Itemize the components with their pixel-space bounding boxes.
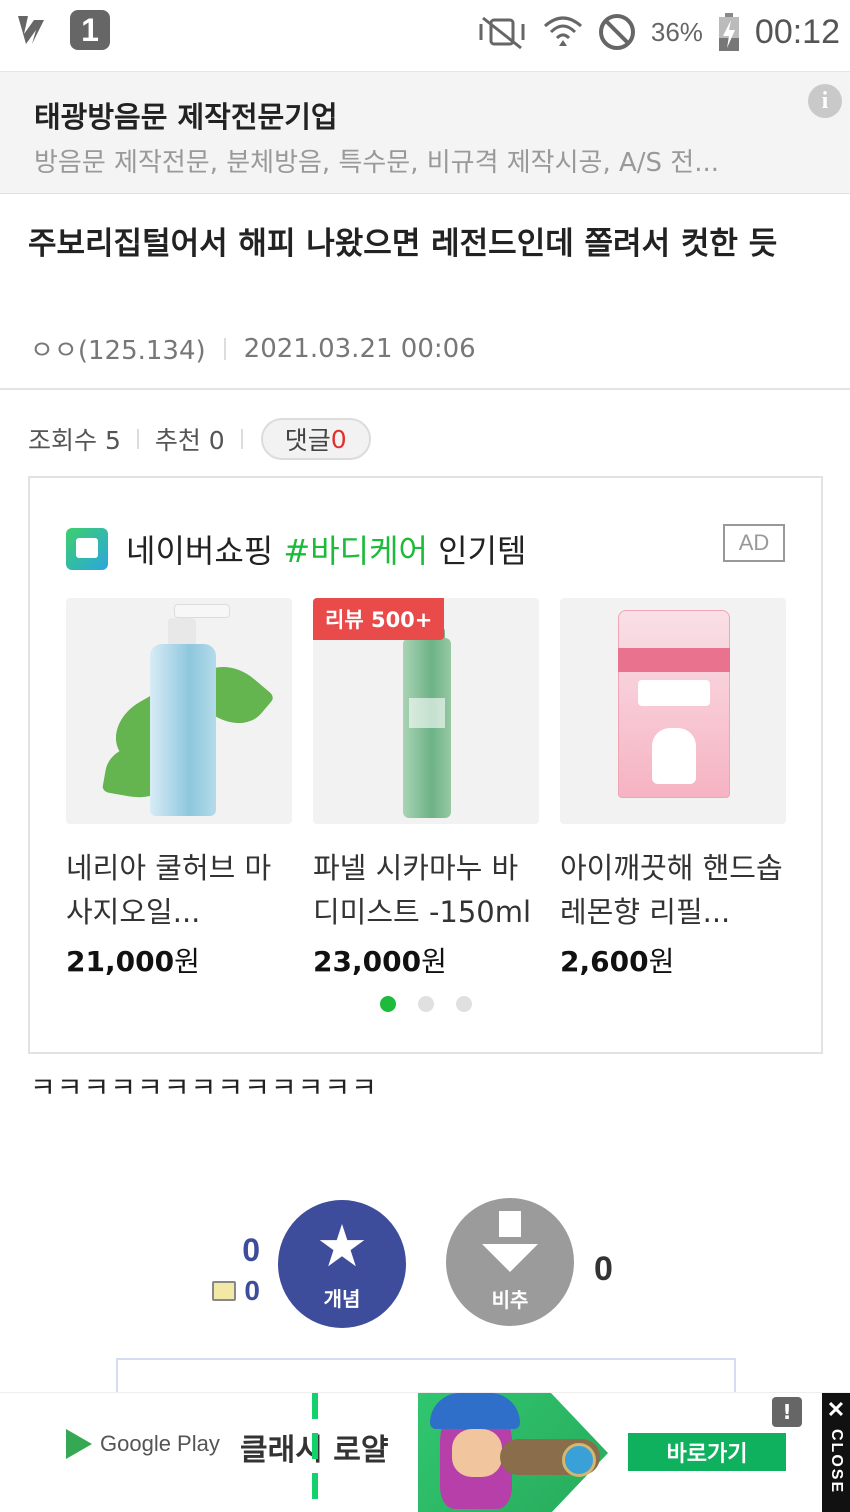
post-date: 2021.03.21 00:06 bbox=[243, 333, 476, 364]
decorative-line bbox=[312, 1393, 318, 1512]
hero-face bbox=[452, 1429, 502, 1477]
google-play-icon bbox=[66, 1429, 92, 1459]
hero-weapon bbox=[500, 1439, 600, 1477]
downvote-label: 비추 bbox=[491, 1288, 529, 1312]
product-image[interactable] bbox=[66, 598, 292, 824]
store-name: Google Play bbox=[100, 1431, 220, 1456]
post-stats: 조회수 5 추천 0 댓글 0 bbox=[28, 418, 371, 460]
product-name[interactable]: 파넬 시카마누 바디미스트 -150ml bbox=[313, 846, 539, 934]
shopping-title-prefix: 네이버쇼핑 bbox=[126, 532, 284, 570]
vibrate-mute-icon bbox=[479, 16, 525, 50]
bottle-pump bbox=[174, 604, 230, 618]
product-card[interactable]: 리뷰 500+ 파넬 시카마누 바디미스트 -150ml 23,000원 bbox=[313, 598, 539, 980]
close-icon: ✕ bbox=[826, 1397, 846, 1422]
google-play-logo: Google Play bbox=[66, 1429, 220, 1459]
post-author[interactable]: ㅇㅇ(125.134) bbox=[30, 330, 206, 367]
product-list: 네리아 쿨허브 마사지오일... 21,000원 리뷰 500+ 파넬 시카마누… bbox=[66, 598, 786, 980]
bottle-label bbox=[409, 698, 445, 728]
naver-shopping-icon bbox=[66, 528, 108, 570]
price-currency: 원 bbox=[648, 945, 675, 978]
down-arrow-icon bbox=[499, 1211, 521, 1237]
view-count: 조회수 5 bbox=[28, 426, 121, 455]
down-arrow-head bbox=[482, 1244, 538, 1272]
star-icon: ★ bbox=[316, 1211, 368, 1280]
recommend-stats: 0 0 bbox=[200, 1232, 260, 1307]
product-card[interactable]: 네리아 쿨허브 마사지오일... 21,000원 bbox=[66, 598, 292, 980]
product-image[interactable]: 리뷰 500+ bbox=[313, 598, 539, 824]
do-not-disturb-icon bbox=[598, 14, 635, 50]
hero-helmet bbox=[430, 1393, 520, 1429]
bottom-ad-banner[interactable]: Google Play 클래시 로얄 바로가기 ! ✕ CLOSE bbox=[0, 1392, 850, 1512]
bottle bbox=[150, 644, 216, 816]
product-name[interactable]: 아이깨끗해 핸드솝 레몬향 리필... bbox=[560, 846, 786, 934]
shopping-ad-header: 네이버쇼핑 #바디케어 인기템 bbox=[66, 526, 526, 572]
product-card[interactable]: 아이깨끗해 핸드솝 레몬향 리필... 2,600원 bbox=[560, 598, 786, 980]
vpn-key-icon bbox=[18, 16, 44, 44]
ad-description: 방음문 제작전문, 분체방음, 특수문, 비규격 제작시공, A/S 전... bbox=[34, 148, 719, 178]
battery-charging-icon bbox=[718, 13, 739, 51]
upvote-button[interactable]: ★ 개념 bbox=[278, 1200, 406, 1328]
carousel-indicator bbox=[30, 996, 821, 1012]
ad-info-icon[interactable]: ! bbox=[772, 1397, 802, 1427]
shopping-title-suffix: 인기템 bbox=[427, 532, 527, 570]
price-value: 23,000 bbox=[313, 945, 422, 978]
downvote-count: 0 bbox=[594, 1250, 613, 1288]
pouch-band bbox=[618, 648, 730, 672]
review-badge: 리뷰 500+ bbox=[313, 598, 445, 640]
post-title: 주보리집털어서 해피 나왔으면 레전드인데 쫄려서 컷한 듯 bbox=[28, 226, 778, 262]
close-label: CLOSE bbox=[828, 1429, 845, 1495]
product-price: 23,000원 bbox=[313, 940, 539, 980]
pouch-bottle-illustration bbox=[652, 728, 696, 784]
notification-count-icon: 1 bbox=[70, 10, 110, 50]
product-price: 2,600원 bbox=[560, 940, 786, 980]
ad-title: 태광방음문 제작전문기업 bbox=[34, 100, 338, 134]
ad-close-button[interactable]: ✕ CLOSE bbox=[822, 1393, 850, 1512]
bottle bbox=[403, 638, 451, 818]
comment-button[interactable]: 댓글 0 bbox=[260, 418, 371, 460]
top-ad-banner[interactable]: 태광방음문 제작전문기업 방음문 제작전문, 분체방음, 특수문, 비규격 제작… bbox=[0, 72, 850, 194]
shopping-ad: 네이버쇼핑 #바디케어 인기템 AD 네리아 쿨허브 마사지오일... 21,0… bbox=[28, 476, 823, 1054]
shopping-title-tag[interactable]: #바디케어 bbox=[283, 532, 428, 570]
stat-divider bbox=[240, 429, 243, 449]
carousel-dot[interactable] bbox=[455, 996, 472, 1012]
battery-percent: 36% bbox=[650, 16, 703, 47]
header-divider bbox=[0, 388, 850, 390]
shopping-ad-title: 네이버쇼핑 #바디케어 인기템 bbox=[126, 526, 526, 572]
recommend-total: 0 bbox=[242, 1232, 260, 1268]
info-icon[interactable]: i bbox=[808, 84, 842, 118]
ad-badge[interactable]: AD bbox=[723, 524, 785, 562]
post-meta: ㅇㅇ(125.134) 2021.03.21 00:06 bbox=[30, 330, 476, 367]
downvote-button[interactable]: 비추 bbox=[446, 1198, 574, 1326]
cta-button[interactable]: 바로가기 bbox=[628, 1433, 786, 1471]
comment-count: 0 bbox=[330, 424, 347, 454]
product-name[interactable]: 네리아 쿨허브 마사지오일... bbox=[66, 846, 292, 934]
upvote-label: 개념 bbox=[323, 1286, 361, 1311]
product-image[interactable] bbox=[560, 598, 786, 824]
pouch-label bbox=[638, 680, 710, 706]
price-value: 2,600 bbox=[560, 945, 649, 978]
price-value: 21,000 bbox=[66, 945, 175, 978]
price-currency: 원 bbox=[174, 945, 200, 978]
carousel-dot-active[interactable] bbox=[379, 996, 396, 1012]
status-bar: 1 36% 00:12 bbox=[0, 0, 850, 72]
fixed-user-icon bbox=[212, 1281, 237, 1301]
carousel-dot[interactable] bbox=[417, 996, 434, 1012]
wifi-icon bbox=[543, 16, 582, 46]
recommend-count: 추천 0 bbox=[154, 426, 225, 455]
clock: 00:12 bbox=[754, 12, 840, 51]
meta-divider bbox=[223, 337, 226, 360]
product-price: 21,000원 bbox=[66, 940, 292, 980]
stat-divider bbox=[136, 429, 139, 449]
post-body: ㅋㅋㅋㅋㅋㅋㅋㅋㅋㅋㅋㅋㅋ bbox=[30, 1071, 378, 1104]
fixed-recommend-count: 0 bbox=[244, 1275, 260, 1306]
comment-label: 댓글 bbox=[284, 426, 331, 455]
price-currency: 원 bbox=[421, 945, 447, 978]
